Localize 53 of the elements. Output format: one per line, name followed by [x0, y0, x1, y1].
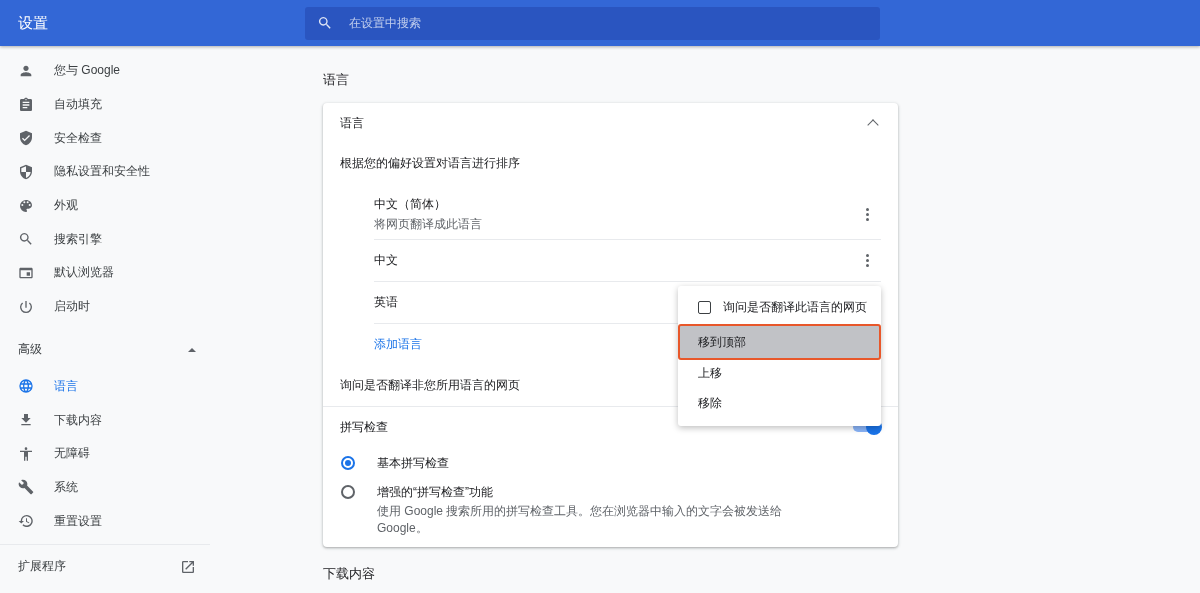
wrench-icon: [18, 479, 34, 496]
setting-label: 拼写检查: [340, 418, 388, 436]
sidebar-item[interactable]: 搜索引擎: [0, 222, 210, 257]
sidebar-item[interactable]: 语言: [0, 369, 210, 404]
sidebar-item[interactable]: 重置设置: [0, 504, 210, 538]
sidebar-item[interactable]: 无障碍: [0, 436, 210, 471]
more-options-icon[interactable]: [866, 254, 869, 267]
section-title: 下载内容: [323, 565, 376, 583]
card-title: 语言: [340, 114, 364, 132]
page-title: 设置: [17, 13, 49, 33]
language-subtitle: 将网页翻译成此语言: [374, 215, 482, 233]
sidebar-item[interactable]: 外观: [0, 188, 210, 223]
order-label: 根据您的偏好设置对语言进行排序: [340, 154, 520, 172]
checkbox[interactable]: [698, 300, 711, 314]
extensions-link[interactable]: 扩展程序: [0, 544, 210, 589]
external-link-icon: [180, 558, 196, 575]
language-name: 中文: [374, 252, 398, 269]
sidebar-item[interactable]: 您与 Google: [0, 54, 210, 88]
search-icon: [317, 15, 333, 31]
menu-item[interactable]: 上移: [678, 358, 881, 388]
history-icon: [18, 513, 34, 530]
search-field[interactable]: 在设置中搜索: [305, 6, 880, 40]
option-description: 使用 Google 搜索所用的拼写检查工具。您在浏览器中输入的文字会被发送给Google。: [377, 503, 784, 537]
language-name: 中文（简体）: [374, 195, 447, 213]
search-input[interactable]: 在设置中搜索: [347, 15, 868, 31]
section-title: 语言: [323, 71, 350, 89]
sidebar-item[interactable]: 自动填充: [0, 87, 210, 122]
radio-button[interactable]: [341, 485, 355, 499]
power-icon: [18, 298, 34, 315]
sidebar-item[interactable]: 下载内容: [0, 403, 210, 437]
palette-icon: [18, 197, 34, 214]
sidebar-item[interactable]: 系统: [0, 470, 210, 505]
menu-item[interactable]: 询问是否翻译此语言的网页: [678, 290, 881, 324]
sidebar-item[interactable]: 安全检查: [0, 121, 210, 156]
option-label: 基本拼写检查: [377, 455, 449, 472]
globe-icon: [18, 378, 34, 395]
more-options-icon[interactable]: [866, 207, 869, 221]
advanced-section-toggle[interactable]: 高级: [0, 329, 210, 370]
add-language-link[interactable]: 添加语言: [374, 335, 422, 353]
menu-item[interactable]: 移到顶部: [678, 324, 881, 360]
caret-icon: [188, 347, 196, 352]
shield-check-icon: [18, 130, 34, 147]
menu-item[interactable]: 移除: [678, 388, 881, 418]
sidebar-item[interactable]: 启动时: [0, 289, 210, 324]
sidebar-item[interactable]: 隐私设置和安全性: [0, 155, 210, 189]
accessibility-icon: [18, 445, 34, 462]
radio-button[interactable]: [341, 456, 355, 470]
clipboard-icon: [18, 96, 34, 113]
setting-label: 询问是否翻译非您所用语言的网页: [340, 376, 520, 394]
sidebar-item[interactable]: 默认浏览器: [0, 256, 210, 290]
shield-icon: [18, 163, 34, 180]
language-name: 英语: [374, 294, 398, 311]
option-label: 增强的“拼写检查”功能: [377, 484, 494, 501]
